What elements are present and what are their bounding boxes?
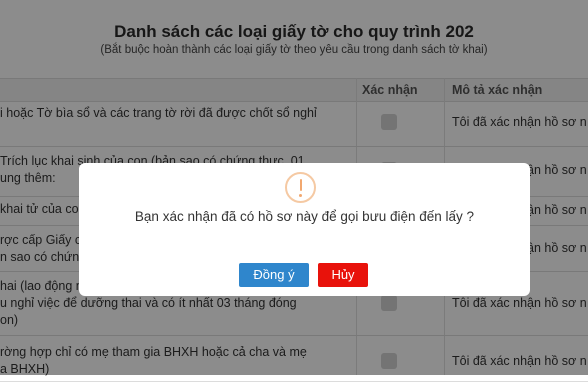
confirm-dialog: Bạn xác nhận đã có hồ sơ này để gọi bưu … (79, 163, 530, 296)
cancel-button[interactable]: Hủy (318, 263, 368, 287)
warning-icon (285, 172, 316, 203)
confirm-button[interactable]: Đồng ý (239, 263, 309, 287)
dialog-message: Bạn xác nhận đã có hồ sơ này để gọi bưu … (134, 209, 475, 224)
